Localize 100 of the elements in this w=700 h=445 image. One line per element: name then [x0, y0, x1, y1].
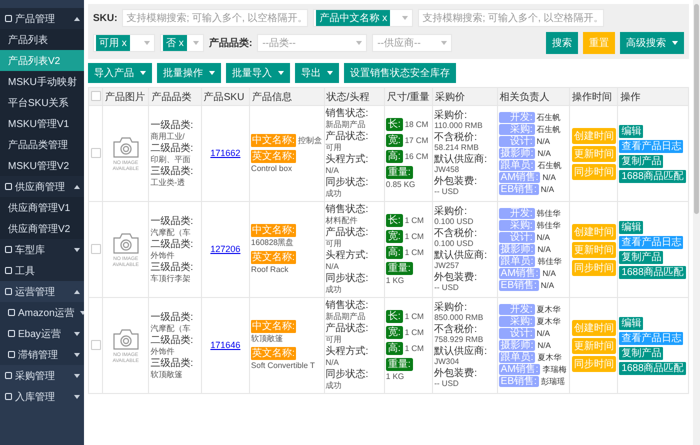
- column-header: 尺寸/重量: [386, 92, 430, 102]
- name-label: 中文名称:: [251, 134, 296, 146]
- field-value: N/A: [536, 136, 550, 147]
- sidebar-item[interactable]: 产品列表: [0, 29, 84, 50]
- name-search-field[interactable]: 支持模糊搜索; 可输入多个, 以空格隔开。: [418, 9, 604, 27]
- size-label: 宽:: [386, 326, 403, 338]
- field-value: 1 CM: [404, 342, 424, 354]
- action-button[interactable]: 1688商品匹配: [619, 170, 686, 182]
- square-icon: [5, 15, 12, 22]
- role-label: 摄影师:: [498, 244, 536, 255]
- checkbox[interactable]: [91, 91, 101, 102]
- category-select[interactable]: --品类--: [257, 34, 368, 52]
- role-label: AM销售:: [498, 172, 540, 183]
- field-value: 160828黑盘: [251, 237, 294, 248]
- sku-search-field[interactable]: 支持模糊搜索; 可输入多个, 以空格隔开。: [122, 9, 308, 27]
- sidebar-item[interactable]: Amazon运营: [0, 302, 84, 323]
- toolbar-button[interactable]: 导入产品: [88, 63, 152, 83]
- sidebar-item[interactable]: 供应商管理V1: [0, 197, 84, 218]
- action-button[interactable]: 复制产品: [619, 154, 664, 168]
- sidebar-item[interactable]: MSKU手动映射: [0, 71, 84, 92]
- filter-tag[interactable]: 产品中文名称 x: [316, 10, 390, 26]
- field-select[interactable]: 产品中文名称 x: [313, 9, 414, 27]
- filter-tag[interactable]: 可用 x: [96, 35, 130, 51]
- checkbox[interactable]: [90, 148, 101, 158]
- sidebar-item[interactable]: 入库管理: [0, 386, 84, 407]
- field-label: 一级品类:: [150, 216, 194, 226]
- scrollbar[interactable]: [693, 0, 700, 445]
- filter-tag[interactable]: 否 x: [163, 35, 187, 51]
- toolbar-button[interactable]: 批量导入: [226, 63, 290, 83]
- field-value: Control box: [251, 162, 292, 174]
- square-icon: [5, 267, 12, 274]
- action-button[interactable]: 1688商品匹配: [619, 362, 686, 374]
- role-label: 摄影师:: [498, 340, 536, 351]
- sidebar-item[interactable]: 产品列表V2: [0, 50, 84, 71]
- sidebar-item[interactable]: 平台SKU关系: [0, 92, 84, 113]
- action-button[interactable]: 复制产品: [619, 250, 664, 264]
- field-label: 产品状态:: [326, 227, 368, 238]
- toolbar-button[interactable]: 批量操作: [157, 63, 221, 83]
- field-label: 二级品类:: [150, 238, 194, 250]
- field-label: 不含税价:: [434, 228, 478, 238]
- size-label: 高:: [386, 150, 403, 162]
- square-icon: [5, 246, 12, 253]
- field-label: 采购价:: [434, 110, 468, 120]
- field-value: 58.214 RMB: [434, 142, 479, 152]
- sidebar-item[interactable]: MSKU管理V2: [0, 155, 84, 176]
- sidebar-item[interactable]: Ebay运营: [0, 323, 84, 344]
- field-value: 控制盒: [298, 134, 322, 146]
- sku-link[interactable]: 127206: [210, 244, 240, 254]
- action-button[interactable]: 编辑: [619, 220, 644, 234]
- action-button[interactable]: 编辑: [619, 124, 644, 138]
- caret-icon: [356, 41, 362, 45]
- sku-link[interactable]: 171646: [210, 340, 240, 350]
- sidebar-item[interactable]: 供应商管理V2: [0, 218, 84, 239]
- toolbar-button[interactable]: 设置销售状态安全库存: [344, 63, 456, 83]
- field-label: 三级品类:: [150, 166, 194, 176]
- search-panel-button[interactable]: 搜索: [546, 32, 578, 54]
- field-value: 彭瑞瑶: [540, 376, 565, 387]
- role-label: 开发:: [498, 208, 535, 219]
- field-label: 默认供应商:: [434, 154, 488, 164]
- field-value: 李瑞梅: [542, 364, 566, 375]
- action-button[interactable]: 查看产品日志: [619, 140, 684, 152]
- toolbar-button[interactable]: 导出: [295, 63, 339, 83]
- action-button[interactable]: 查看产品日志: [619, 332, 684, 344]
- sidebar-item[interactable]: 运营管理: [0, 281, 84, 302]
- sidebar-item[interactable]: 滞销管理: [0, 344, 84, 365]
- supplier-select[interactable]: --供应商--: [372, 34, 452, 52]
- action-button[interactable]: 查看产品日志: [619, 236, 684, 248]
- sidebar-item[interactable]: MSKU管理V1: [0, 113, 84, 134]
- role-label: AM销售:: [498, 364, 540, 375]
- square-icon: [5, 288, 12, 295]
- field-value: 成功: [326, 284, 342, 295]
- field-value: 成功: [326, 188, 342, 199]
- field-value: 0.100 USD: [434, 216, 474, 226]
- status-select[interactable]: 可用 x: [93, 34, 155, 52]
- sidebar-item[interactable]: 产品管理: [0, 8, 84, 29]
- name-label: 英文名称:: [251, 251, 296, 264]
- search-panel-button[interactable]: 高级搜索: [620, 32, 684, 54]
- action-button[interactable]: 复制产品: [619, 346, 664, 360]
- flag-select[interactable]: 否 x: [160, 34, 204, 52]
- sidebar-item[interactable]: 工具: [0, 260, 84, 281]
- field-label: 产品状态:: [326, 131, 368, 142]
- sidebar-item[interactable]: 产品品类管理: [0, 134, 84, 155]
- field-value: 韩佳华: [536, 220, 561, 231]
- sidebar-item[interactable]: 供应商管理: [0, 176, 84, 197]
- sku-link[interactable]: 171662: [210, 148, 240, 158]
- action-button[interactable]: 1688商品匹配: [619, 266, 686, 278]
- checkbox[interactable]: [90, 340, 101, 350]
- field-label: 三级品类:: [150, 358, 194, 368]
- square-icon: [8, 351, 15, 358]
- role-label: AM销售:: [498, 268, 540, 279]
- checkbox[interactable]: [90, 244, 101, 254]
- scroll-thumb[interactable]: [694, 4, 699, 214]
- role-label: 设计:: [498, 136, 535, 147]
- field-value: Soft Convertible T: [251, 360, 315, 371]
- field-label: 采购价:: [434, 302, 468, 312]
- sidebar-item[interactable]: 车型库: [0, 239, 84, 260]
- sidebar-item[interactable]: 采购管理: [0, 365, 84, 386]
- field-label: 同步状态:: [326, 273, 368, 284]
- action-button[interactable]: 编辑: [619, 316, 644, 330]
- field-label: 同步状态:: [326, 177, 368, 188]
